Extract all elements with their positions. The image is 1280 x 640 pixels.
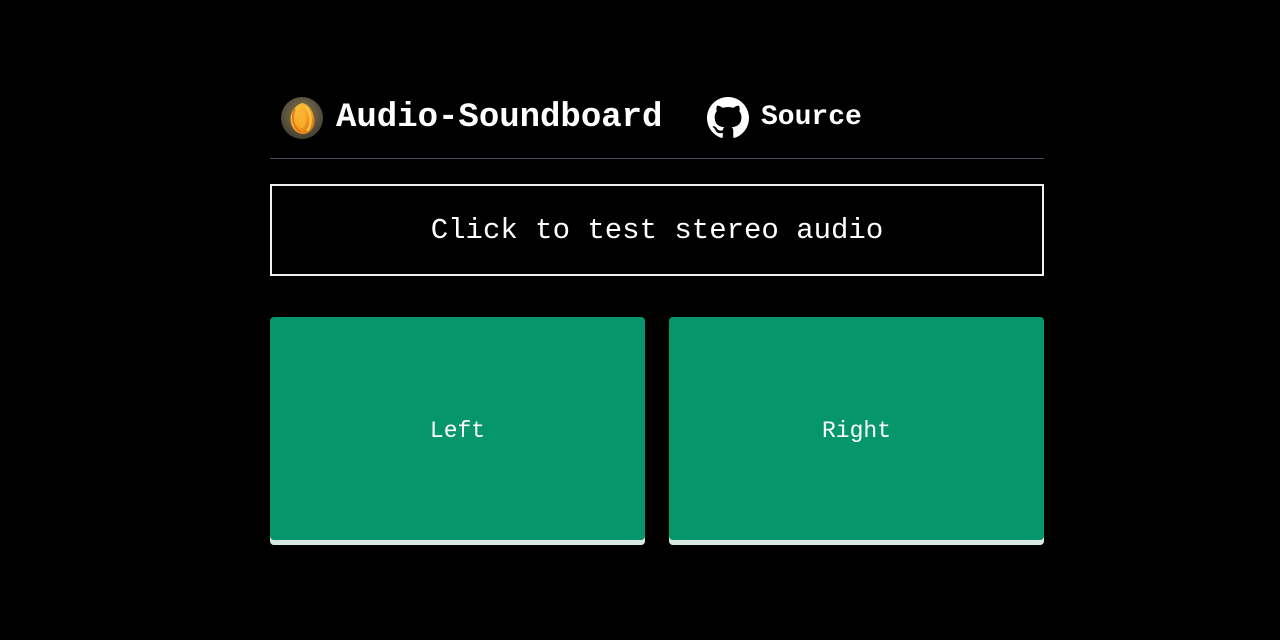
left-channel-label: Left (429, 418, 486, 444)
header: Audio-Soundboard Source (270, 78, 1044, 159)
page: Audio-Soundboard Source Click to test st… (270, 0, 1044, 640)
right-channel-label: Right (821, 418, 891, 444)
source-label: Source (761, 102, 862, 133)
home-link[interactable]: Audio-Soundboard (281, 96, 662, 140)
left-channel-button[interactable]: Left (270, 317, 645, 545)
app-title: Audio-Soundboard (336, 99, 663, 137)
right-channel-button[interactable]: Right (669, 317, 1044, 545)
tulip-logo-icon (281, 97, 323, 139)
source-link[interactable]: Source (707, 96, 862, 140)
github-icon (707, 97, 749, 139)
test-stereo-audio-button[interactable]: Click to test stereo audio (270, 184, 1044, 276)
